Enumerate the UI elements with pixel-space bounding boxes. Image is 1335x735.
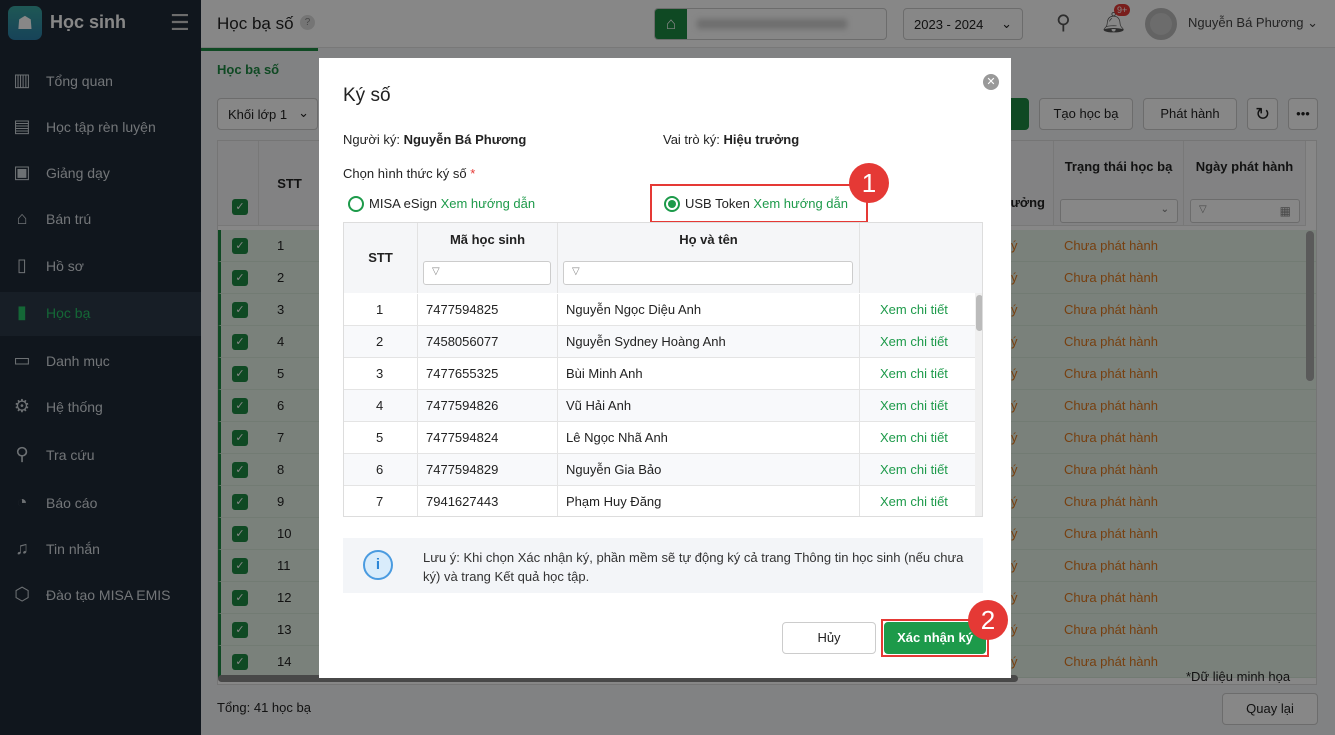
column-action: [860, 223, 982, 293]
row-stt: 3: [376, 366, 384, 381]
view-detail-link[interactable]: Xem chi tiết: [880, 462, 948, 477]
column-student-code-label: Mã học sinh: [449, 232, 526, 247]
view-detail-link[interactable]: Xem chi tiết: [880, 334, 948, 349]
view-detail-link[interactable]: Xem chi tiết: [880, 494, 948, 509]
student-code-filter[interactable]: ▽: [423, 261, 551, 285]
method-label-text: Chọn hình thức ký số: [343, 166, 467, 181]
row-student-code: 7477594825: [426, 302, 499, 317]
column-full-name-label: Họ và tên: [679, 232, 738, 247]
row-stt: 1: [376, 302, 384, 317]
row-stt: 5: [376, 430, 384, 445]
option-label: MISA eSign: [369, 196, 437, 211]
student-row: 1 7477594825 Nguyễn Ngọc Diệu Anh Xem chi t…: [344, 294, 975, 326]
column-student-code: Mã học sinh ▽: [418, 223, 558, 293]
row-stt: 4: [376, 398, 384, 413]
row-student-name: Nguyễn Ngọc Diệu Anh: [566, 302, 702, 317]
required-marker: *: [470, 166, 476, 181]
dialog-title: Ký số: [343, 85, 391, 106]
column-stt: STT: [344, 223, 418, 293]
row-student-name: Nguyễn Gia Bảo: [566, 462, 662, 477]
view-detail-link[interactable]: Xem chi tiết: [880, 366, 948, 381]
row-stt: 7: [376, 494, 384, 509]
student-row: 4 7477594826 Vũ Hải Anh Xem chi tiết: [344, 390, 975, 422]
cancel-button[interactable]: Hủy: [782, 622, 876, 654]
row-student-name: Lê Ngọc Nhã Anh: [566, 430, 668, 445]
radio-usb-token[interactable]: [664, 196, 680, 212]
inner-scrollbar-track: [975, 293, 982, 516]
full-name-filter[interactable]: ▽: [563, 261, 853, 285]
digital-sign-dialog: Ký số ✕ Người ký: Nguyễn Bá Phương Vai t…: [319, 58, 1011, 678]
student-row: 7 7941627443 Phạm Huy Đăng Xem chi tiết: [344, 486, 975, 516]
role-label: Vai trò ký:: [663, 132, 720, 147]
note-box: i Lưu ý: Khi chọn Xác nhận ký, phần mềm …: [343, 538, 983, 593]
signer-name: Nguyễn Bá Phương: [403, 132, 527, 147]
method-label: Chọn hình thức ký số *: [343, 166, 475, 181]
row-student-name: Phạm Huy Đăng: [566, 494, 662, 509]
student-row: 3 7477655325 Bùi Minh Anh Xem chi tiết: [344, 358, 975, 390]
role-info: Vai trò ký: Hiệu trưởng: [663, 132, 799, 147]
step-badge-1: 1: [849, 163, 889, 203]
option-label: USB Token: [685, 196, 750, 211]
step-badge-2: 2: [968, 600, 1008, 640]
student-sign-table: STT Mã học sinh ▽ Họ và tên ▽ 1 7477594825 N…: [343, 222, 983, 517]
student-row: 6 7477594829 Nguyễn Gia Bảo Xem chi tiết: [344, 454, 975, 486]
student-row: 2 7458056077 Nguyễn Sydney Hoàng Anh Xem ch…: [344, 326, 975, 358]
row-student-name: Vũ Hải Anh: [566, 398, 632, 413]
row-stt: 6: [376, 462, 384, 477]
student-row: 5 7477594824 Lê Ngọc Nhã Anh Xem chi tiết: [344, 422, 975, 454]
signer-info: Người ký: Nguyễn Bá Phương: [343, 132, 526, 147]
view-detail-link[interactable]: Xem chi tiết: [880, 398, 948, 413]
row-student-code: 7941627443: [426, 494, 499, 509]
view-detail-link[interactable]: Xem chi tiết: [880, 302, 948, 317]
close-icon[interactable]: ✕: [983, 74, 999, 90]
row-stt: 2: [376, 334, 384, 349]
row-student-code: 7477655325: [426, 366, 499, 381]
guide-link[interactable]: Xem hướng dẫn: [441, 196, 536, 211]
inner-scrollbar-thumb[interactable]: [976, 295, 982, 331]
info-icon: i: [363, 550, 393, 580]
row-student-name: Nguyễn Sydney Hoàng Anh: [566, 334, 726, 349]
guide-link[interactable]: Xem hướng dẫn: [753, 196, 848, 211]
note-text: Lưu ý: Khi chọn Xác nhận ký, phần mềm sẽ…: [423, 550, 964, 584]
row-student-code: 7477594829: [426, 462, 499, 477]
role-value: Hiệu trưởng: [723, 132, 800, 147]
view-detail-link[interactable]: Xem chi tiết: [880, 430, 948, 445]
column-full-name: Họ và tên ▽: [558, 223, 860, 293]
row-student-code: 7477594824: [426, 430, 499, 445]
row-student-code: 7458056077: [426, 334, 499, 349]
row-student-name: Bùi Minh Anh: [566, 366, 643, 381]
radio-misa-esign[interactable]: [348, 196, 364, 212]
signer-label: Người ký:: [343, 132, 400, 147]
row-student-code: 7477594826: [426, 398, 499, 413]
